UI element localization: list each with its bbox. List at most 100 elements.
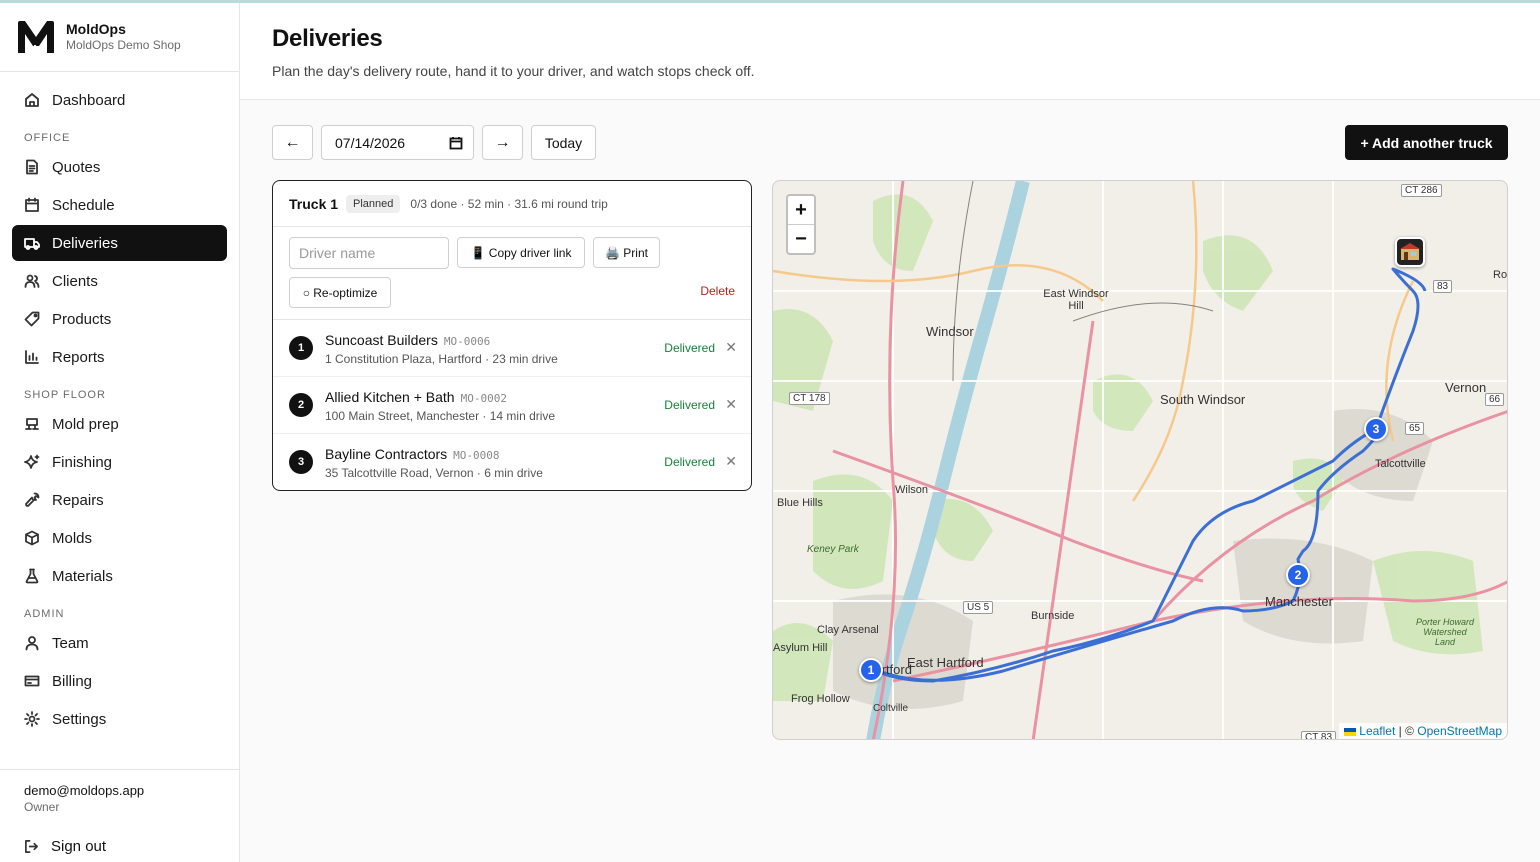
ukraine-flag-icon [1343, 727, 1356, 736]
calendar-icon[interactable] [449, 136, 463, 150]
brand[interactable]: MoldOps MoldOps Demo Shop [0, 3, 239, 72]
brand-name: MoldOps [66, 21, 126, 37]
re-optimize-button[interactable]: ○ Re-optimize [289, 277, 391, 308]
document-icon [26, 159, 38, 175]
stop-row[interactable]: 3 Bayline Contractors MO-0008 35 Talcottv… [273, 434, 751, 490]
openstreetmap-link[interactable]: OpenStreetMap [1417, 724, 1502, 738]
place-label-south-windsor: South Windsor [1160, 392, 1246, 407]
zoom-in-button[interactable]: + [788, 196, 814, 225]
stop-row[interactable]: 1 Suncoast Builders MO-0006 1 Constitutio… [273, 320, 751, 377]
stop-order-code: MO-0002 [460, 392, 507, 405]
sidebar-item-repairs[interactable]: Repairs [12, 482, 227, 518]
driver-name-input[interactable]: Driver name [289, 237, 449, 269]
sidebar-item-team[interactable]: Team [12, 625, 227, 661]
remove-stop-icon[interactable]: ✕ [725, 396, 737, 413]
stop-order-code: MO-0006 [443, 335, 491, 348]
sidebar-item-quotes[interactable]: Quotes [12, 149, 227, 185]
today-button[interactable]: Today [531, 125, 596, 160]
truck-name: Truck 1 [289, 195, 339, 212]
place-label-keney-park: Keney Park [807, 544, 859, 555]
truck-header: Truck 1 Planned 0/3 done · 52 min · 31.6… [273, 181, 751, 227]
sidebar-item-molds[interactable]: Molds [12, 520, 227, 556]
copy-driver-link-button[interactable]: 📱 Copy driver link [457, 237, 585, 268]
route-stop-marker[interactable]: 3 [1364, 417, 1388, 441]
map-zoom-controls: + − [786, 194, 816, 255]
stop-address: 35 Talcottville Road, Vernon · 6 min dri… [325, 466, 543, 480]
sidebar-item-products[interactable]: Products [12, 301, 227, 337]
sidebar-item-schedule[interactable]: Schedule [12, 187, 227, 223]
stop-order-code: MO-0008 [453, 449, 500, 462]
map-attribution: Leaflet | © OpenStreetMap [1338, 723, 1507, 739]
next-day-button[interactable]: → [482, 125, 523, 160]
brand-shop-name: MoldOps Demo Shop [66, 38, 181, 52]
moldops-logo-icon [18, 21, 54, 53]
sidebar-item-billing[interactable]: Billing [12, 663, 227, 699]
place-label-clay-arsenal: Clay Arsenal [817, 624, 879, 636]
stop-client-name: Bayline Contractors MO-0008 [325, 446, 500, 462]
place-label-burnside: Burnside [1031, 610, 1075, 622]
remove-stop-icon[interactable]: ✕ [725, 453, 737, 470]
place-label-windsor: Windsor [926, 324, 974, 339]
wrench-icon [25, 492, 40, 507]
date-input[interactable]: 07/14/2026 [321, 125, 474, 160]
route-stop-marker[interactable]: 1 [859, 658, 883, 682]
sidebar-item-label: Deliveries [52, 234, 118, 252]
depot-marker-icon[interactable] [1395, 237, 1425, 267]
sidebar-item-label: Team [52, 634, 89, 652]
date-controls: ← 07/14/2026 → Today [272, 125, 596, 160]
stop-address: 100 Main Street, Manchester · 14 min dri… [325, 409, 556, 423]
sidebar-item-settings[interactable]: Settings [12, 701, 227, 737]
user-email: demo@moldops.app [24, 783, 145, 798]
truck-summary: 0/3 done · 52 min · 31.6 mi round trip [410, 196, 608, 211]
delete-truck-button[interactable]: Delete [700, 284, 735, 298]
sidebar-item-label: Products [52, 310, 112, 328]
route-map[interactable]: Windsor East Windsor Hill South Windsor … [772, 180, 1508, 740]
remove-stop-icon[interactable]: ✕ [725, 339, 737, 356]
sidebar-item-label: Finishing [52, 453, 113, 471]
add-truck-button[interactable]: + Add another truck [1345, 125, 1508, 160]
sidebar-item-label: Clients [52, 272, 98, 290]
sidebar-item-reports[interactable]: Reports [12, 339, 227, 375]
sign-out-label: Sign out [51, 837, 107, 855]
truck-card: Truck 1 Planned 0/3 done · 52 min · 31.6… [272, 180, 752, 491]
place-label-wilson: Wilson [895, 484, 929, 496]
sidebar-item-label: Molds [52, 529, 93, 547]
sidebar-item-label: Settings [52, 710, 107, 728]
place-label-asylum-hill: Asylum Hill [773, 642, 828, 654]
place-label-coltville: Coltville [873, 703, 909, 714]
truck-toolbar: Driver name 📱 Copy driver link 🖨️ Print … [273, 227, 751, 320]
users-icon [24, 274, 40, 288]
stop-status: Delivered [664, 398, 715, 412]
previous-day-button[interactable]: ← [272, 125, 313, 160]
sidebar-item-label: Billing [52, 672, 93, 690]
place-label-talcottville: Talcottville [1375, 458, 1426, 470]
sidebar-item-deliveries[interactable]: Deliveries [12, 225, 227, 261]
zoom-out-button[interactable]: − [788, 225, 814, 254]
sidebar-item-label: Reports [52, 348, 105, 366]
sign-out-button[interactable]: Sign out [24, 831, 215, 861]
place-label-frog-hollow: Frog Hollow [791, 693, 850, 705]
stop-row[interactable]: 2 Allied Kitchen + Bath MO-0002 100 Main … [273, 377, 751, 434]
sidebar-item-materials[interactable]: Materials [12, 558, 227, 594]
stop-client-name: Allied Kitchen + Bath MO-0002 [325, 389, 507, 405]
sign-out-icon [25, 839, 38, 853]
bar-chart-icon [25, 350, 39, 364]
print-button[interactable]: 🖨️ Print [593, 237, 660, 268]
stop-number: 2 [289, 393, 313, 417]
sidebar-item-mold-prep[interactable]: Mold prep [12, 406, 227, 442]
stop-client-name: Suncoast Builders MO-0006 [325, 332, 490, 348]
route-stop-marker[interactable]: 2 [1286, 563, 1310, 587]
cart-icon [25, 418, 39, 430]
road-shield-ct178: CT 178 [789, 392, 830, 405]
place-label-blue-hills: Blue Hills [777, 497, 823, 509]
road-shield-66: 66 [1485, 393, 1505, 406]
sidebar-item-finishing[interactable]: Finishing [12, 444, 227, 480]
sidebar-item-label: Materials [52, 567, 113, 585]
sidebar-item-clients[interactable]: Clients [12, 263, 227, 299]
user-role: Owner [24, 800, 60, 814]
stop-status: Delivered [664, 455, 715, 469]
leaflet-link[interactable]: Leaflet [1359, 724, 1395, 738]
sidebar-item-dashboard[interactable]: Dashboard [12, 82, 227, 118]
road-shield-65: 65 [1405, 422, 1425, 435]
place-label-porter-howard: Porter Howard Watershed Land [1415, 617, 1475, 647]
